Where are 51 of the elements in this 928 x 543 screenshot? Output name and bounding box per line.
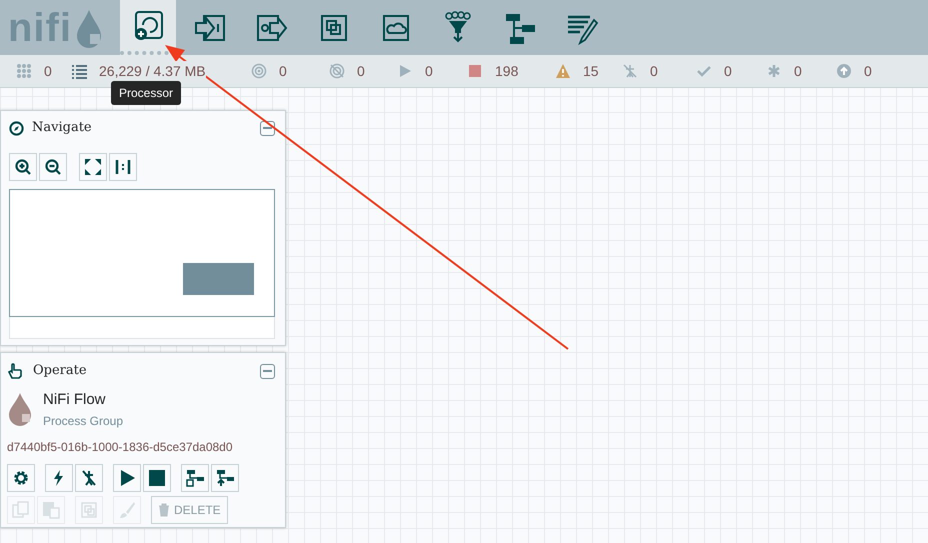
fit-icon (84, 158, 102, 176)
brush-icon (118, 500, 136, 518)
save-template-icon (186, 468, 204, 486)
upload-template-button[interactable] (211, 464, 239, 492)
collapse-button[interactable] (260, 364, 275, 378)
play-icon (397, 63, 413, 79)
grid-dots-icon (16, 63, 32, 79)
paste-icon (42, 500, 60, 518)
settings-icon (12, 468, 30, 486)
group-icon (80, 500, 98, 518)
minus-icon (263, 127, 272, 129)
tooltip: Processor (111, 81, 182, 105)
zoom-in-icon (14, 158, 32, 176)
droplet-icon (7, 392, 33, 426)
play-icon (118, 468, 136, 486)
component-id: d7440bf5-016b-1000-1836-d5ce37da08d0 (7, 438, 234, 456)
check-icon (696, 63, 712, 79)
panel-title: Operate (33, 362, 87, 380)
upload-template-icon (216, 468, 234, 486)
list-icon (71, 63, 87, 79)
lightning-button[interactable] (45, 464, 73, 492)
fit-button[interactable] (79, 153, 107, 181)
target-icon (251, 63, 267, 79)
zoom-out-button[interactable] (39, 153, 67, 181)
crossed-figure-button[interactable] (75, 464, 103, 492)
crossed-target-icon (329, 63, 345, 79)
actual-size-button[interactable] (109, 153, 137, 181)
crossed-figure-icon (80, 468, 98, 486)
minus-icon (263, 370, 272, 372)
stop-icon (148, 468, 166, 486)
save-template-button[interactable] (181, 464, 209, 492)
asterisk-icon (766, 63, 782, 79)
logo-text: nifi (8, 8, 72, 48)
crossed-figure-icon (622, 63, 638, 79)
up-arrow-circle-icon (836, 63, 852, 79)
processor-button[interactable] (120, 0, 176, 55)
hand-pointer-icon (7, 362, 23, 380)
zoom-out-icon (44, 158, 62, 176)
settings-button[interactable] (7, 464, 35, 492)
panel-title: Navigate (32, 119, 92, 138)
compass-icon (9, 120, 24, 136)
stop-icon (467, 63, 483, 79)
copy-icon (12, 500, 30, 518)
zoom-in-button[interactable] (9, 153, 37, 181)
play-button[interactable] (113, 464, 141, 492)
trash-icon (158, 502, 170, 516)
actual-size-icon (114, 158, 132, 176)
component-name: NiFi Flow (43, 390, 106, 410)
component-type: Process Group (43, 412, 124, 430)
warning-icon (555, 63, 571, 79)
stop-button[interactable] (143, 464, 171, 492)
